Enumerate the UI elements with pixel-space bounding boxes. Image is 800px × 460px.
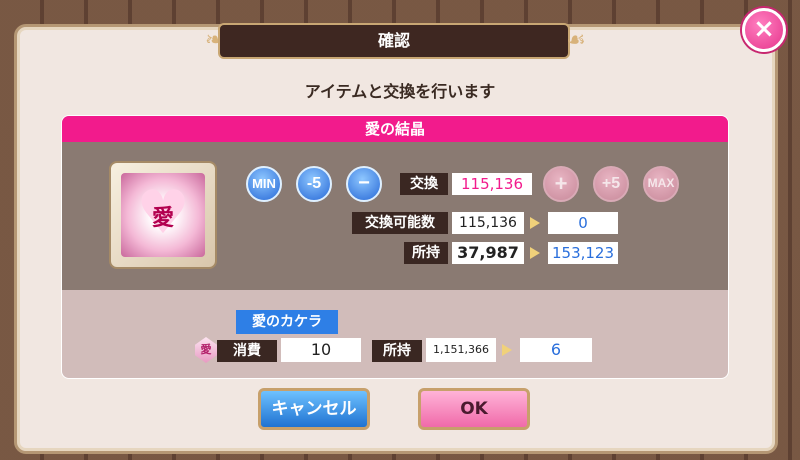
arrow-right-icon	[530, 217, 540, 229]
exchange-label: 交換	[400, 173, 448, 195]
dialog-subtitle: アイテムと交換を行います	[304, 82, 496, 101]
max-button[interactable]: MAX	[643, 166, 679, 202]
min-button[interactable]: MIN	[246, 166, 282, 202]
fragment-owned-label: 所持	[372, 340, 422, 362]
minus-button[interactable]: −	[346, 166, 382, 202]
fragment-owned-after-value: 6	[520, 338, 592, 362]
dialog-title: 確認	[218, 23, 570, 59]
item-icon-label: 愛	[151, 206, 174, 231]
plus-button[interactable]: +	[543, 166, 579, 202]
owned-value: 37,987	[452, 242, 524, 264]
item-icon-frame: ♥ 愛	[109, 161, 217, 269]
owned-after-value: 153,123	[548, 242, 618, 264]
available-after-value: 0	[548, 212, 618, 234]
cancel-button[interactable]: キャンセル	[258, 388, 370, 430]
owned-label: 所持	[404, 242, 448, 264]
available-label: 交換可能数	[352, 212, 448, 234]
arrow-right-icon	[530, 247, 540, 259]
item-name-header: 愛の結晶	[62, 116, 728, 142]
plus-5-button[interactable]: +5	[593, 166, 629, 202]
fragment-owned-value: 1,151,366	[426, 338, 496, 362]
close-button[interactable]: ×	[742, 8, 786, 52]
fragment-name: 愛のカケラ	[236, 310, 338, 334]
exchange-quantity: 115,136	[452, 173, 532, 195]
ok-button[interactable]: OK	[418, 388, 530, 430]
consume-value: 10	[281, 338, 361, 362]
available-value: 115,136	[452, 212, 524, 234]
item-icon: ♥ 愛	[121, 173, 205, 257]
title-ornament-right: ☙	[566, 28, 586, 53]
arrow-right-icon	[502, 344, 512, 356]
minus-5-button[interactable]: -5	[296, 166, 332, 202]
consume-label: 消費	[217, 340, 277, 362]
